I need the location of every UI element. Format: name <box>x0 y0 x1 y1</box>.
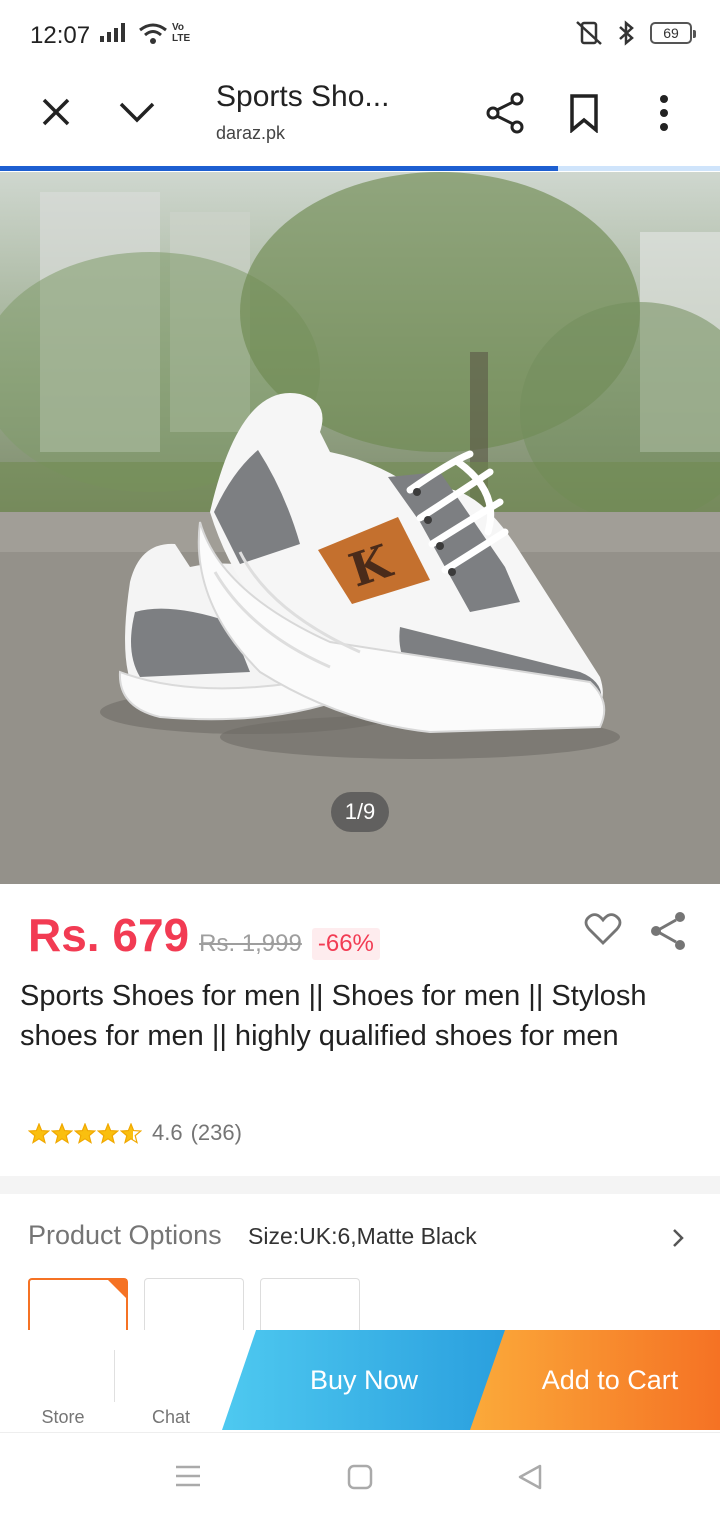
current-price: Rs. 679 <box>28 909 190 961</box>
option-thumbnail[interactable] <box>260 1278 360 1338</box>
heart-icon[interactable] <box>584 912 622 951</box>
star-icon <box>120 1122 142 1144</box>
rating-stars <box>28 1122 142 1144</box>
page-title: Sports Sho... <box>216 80 390 113</box>
page-load-progress <box>0 166 720 171</box>
vibrate-mute-icon <box>576 21 602 45</box>
home-icon[interactable] <box>346 1463 374 1496</box>
bluetooth-icon <box>619 20 634 46</box>
rating-count: (236) <box>190 1120 242 1145</box>
menu-icon[interactable] <box>174 1463 202 1494</box>
rating-row[interactable]: 4.6 (236) <box>28 1120 242 1146</box>
product-title: Sports Shoes for men || Shoes for men ||… <box>20 980 647 1052</box>
star-icon <box>28 1122 50 1144</box>
product-image-carousel[interactable]: K 1/9 <box>0 172 720 884</box>
discount-badge: -66% <box>311 928 380 960</box>
rating-value: 4.6 <box>152 1120 183 1145</box>
product-photo: K <box>0 172 720 884</box>
star-icon <box>97 1122 119 1144</box>
chat-label: Chat <box>151 1407 191 1427</box>
status-bar: 12:07 Vo LTE 69 <box>0 0 720 68</box>
chevron-right-icon[interactable] <box>670 1226 686 1255</box>
back-icon[interactable] <box>516 1463 544 1496</box>
image-counter: 1/9 <box>331 792 389 832</box>
signal-icon <box>100 23 125 42</box>
store-button[interactable]: Store <box>20 1330 106 1432</box>
share-icon[interactable] <box>480 90 530 136</box>
star-icon <box>51 1122 73 1144</box>
price-row: Rs. 679 Rs. 1,999 -66% <box>28 908 380 962</box>
page-load-progress-fill <box>0 166 558 171</box>
original-price: Rs. 1,999 <box>199 930 302 957</box>
chevron-down-icon[interactable] <box>112 90 162 134</box>
close-icon[interactable] <box>34 90 78 134</box>
system-nav-bar <box>0 1432 720 1520</box>
product-share-icon[interactable] <box>648 910 688 957</box>
store-label: Store <box>41 1407 85 1427</box>
product-options-value[interactable]: Size:UK:6,Matte Black <box>248 1223 477 1250</box>
volte-label: Vo LTE <box>172 22 191 44</box>
buy-now-button[interactable]: Buy Now <box>222 1330 506 1430</box>
battery-indicator: 69 <box>650 22 696 44</box>
product-options-label: Product Options <box>28 1220 222 1250</box>
bottom-action-bar: Store Chat Buy Now Add to Cart <box>0 1330 720 1432</box>
section-divider <box>0 1176 720 1194</box>
chat-button[interactable]: Chat <box>128 1330 214 1432</box>
page-url: daraz.pk <box>216 123 286 143</box>
star-icon <box>74 1122 96 1144</box>
option-thumbnail[interactable] <box>28 1278 128 1338</box>
more-vertical-icon[interactable] <box>642 90 686 136</box>
add-to-cart-button[interactable]: Add to Cart <box>470 1330 720 1430</box>
action-divider <box>114 1350 115 1402</box>
bookmark-icon[interactable] <box>562 90 606 136</box>
wifi-icon <box>139 23 167 44</box>
status-time: 12:07 <box>30 22 91 49</box>
option-thumbnail[interactable] <box>144 1278 244 1338</box>
browser-toolbar: Sports Sho... daraz.pk <box>0 68 720 168</box>
